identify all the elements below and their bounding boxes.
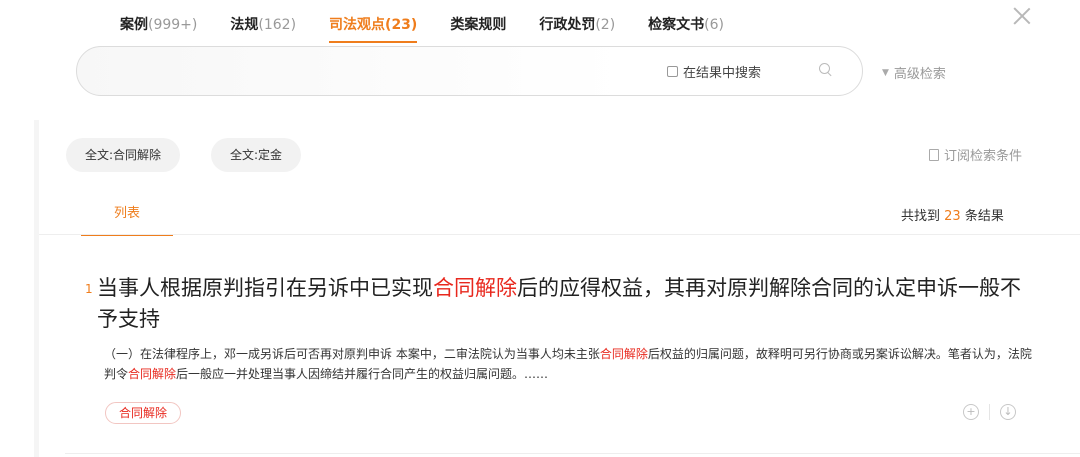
flag-icon <box>929 148 939 161</box>
tab-case-rules[interactable]: 类案规则 <box>450 10 506 42</box>
download-circle-icon[interactable]: ↓ <box>1000 404 1016 420</box>
advanced-search-label: 高级检索 <box>893 67 946 82</box>
divider <box>989 404 990 420</box>
search-icon[interactable] <box>819 63 833 77</box>
divider <box>65 453 1080 454</box>
result-count: 共找到 23 条结果 <box>901 209 1004 224</box>
divider <box>39 234 1080 235</box>
search-input[interactable]: 在结果中搜索 <box>76 46 863 96</box>
filter-chip-contract-termination[interactable]: 全文:合同解除 <box>66 138 181 172</box>
subscribe-search-button[interactable]: 订阅检索条件 <box>929 145 1022 164</box>
triangle-down-icon: ▼ <box>882 67 889 78</box>
result-tag[interactable]: 合同解除 <box>105 402 182 424</box>
tab-judicial-views[interactable]: 司法观点(23) <box>329 10 418 43</box>
result-title-link[interactable]: 当事人根据原判指引在另诉中已实现合同解除后的应得权益，其再对原判解除合同的认定申… <box>97 273 1037 335</box>
subscribe-label: 订阅检索条件 <box>944 149 1023 164</box>
advanced-search-button[interactable]: ▼ 高级检索 <box>882 63 946 82</box>
close-icon[interactable] <box>1012 6 1032 26</box>
results-panel: 全文:合同解除 全文:定金 订阅检索条件 列表 共找到 23 条结果 1 当事人… <box>34 120 1080 457</box>
result-snippet: （一）在法律程序上，邓一成另诉后可否再对原判申诉 本案中，二审法院认为当事人均未… <box>104 347 1032 381</box>
top-bar: 案例(999+) 法规(162) 司法观点(23) 类案规则 行政处罚(2) 检… <box>0 0 1080 120</box>
tab-administrative-penalties[interactable]: 行政处罚(2) <box>539 10 615 42</box>
tab-regulations[interactable]: 法规(162) <box>230 10 296 42</box>
tab-list[interactable]: 列表 <box>81 195 173 236</box>
filter-chip-deposit[interactable]: 全文:定金 <box>211 138 302 172</box>
search-in-results-toggle[interactable]: 在结果中搜索 <box>667 62 761 81</box>
result-count-number: 23 <box>944 209 961 224</box>
category-tabs: 案例(999+) 法规(162) 司法观点(23) 类案规则 行政处罚(2) 检… <box>120 10 757 43</box>
tab-cases[interactable]: 案例(999+) <box>120 10 197 42</box>
search-in-results-label: 在结果中搜索 <box>683 66 762 81</box>
result-index: 1 <box>85 282 93 296</box>
plus-circle-icon[interactable]: + <box>963 404 979 420</box>
checkbox-icon[interactable] <box>667 66 678 77</box>
tab-procuratorate-documents[interactable]: 检察文书(6) <box>648 10 724 42</box>
